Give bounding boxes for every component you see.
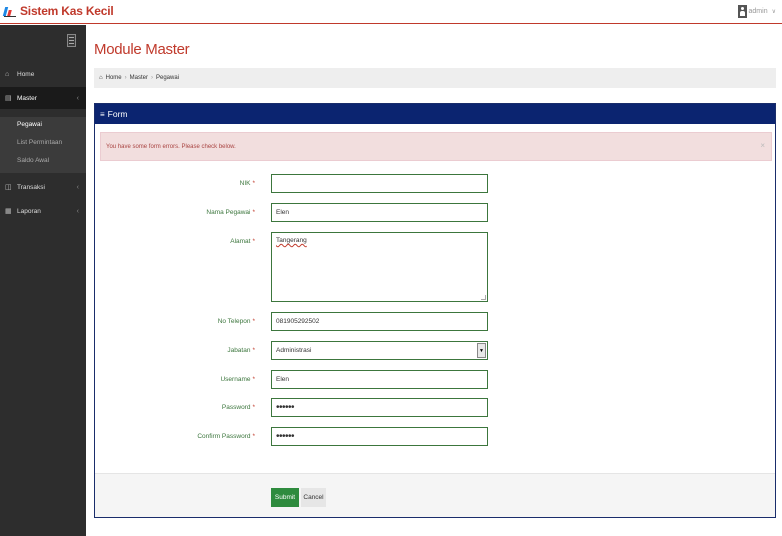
- top-bar: Sistem Kas Kecil admin ∨: [0, 0, 782, 24]
- sidebar-item-label: Home: [17, 70, 35, 78]
- brand[interactable]: Sistem Kas Kecil: [2, 4, 114, 18]
- no-telepon-input[interactable]: 081905292502: [271, 312, 488, 331]
- user-avatar-icon: [737, 5, 747, 18]
- confirm-password-label: Confirm Password *: [197, 433, 255, 440]
- nik-label-text: NIK: [239, 180, 251, 187]
- chevron-down-icon: ∨: [771, 9, 776, 15]
- transaksi-icon: ◫: [5, 184, 12, 191]
- jabatan-selected-value: Administrasi: [276, 347, 312, 354]
- nama-label-text: Nama Pegawai: [206, 209, 251, 216]
- chevron-left-icon: ‹: [76, 94, 79, 102]
- username-label: Username *: [220, 376, 255, 383]
- sidebar-item-home[interactable]: ⌂ Home: [0, 63, 86, 85]
- password-label-text: Password: [221, 404, 251, 411]
- nik-input[interactable]: [271, 174, 488, 193]
- home-icon: ⌂: [99, 75, 103, 81]
- brand-logo-icon: [2, 5, 16, 17]
- required-mark: *: [252, 376, 255, 383]
- required-mark: *: [252, 238, 255, 245]
- required-mark: *: [252, 404, 255, 411]
- dropdown-arrow-icon[interactable]: ▼: [477, 343, 486, 358]
- form-panel: ≡ Form You have some form errors. Please…: [94, 103, 776, 518]
- breadcrumb-item-pegawai: Pegawai: [155, 75, 179, 81]
- cancel-button[interactable]: Cancel: [301, 488, 326, 507]
- chevron-left-icon: ‹: [76, 207, 79, 215]
- confirm-password-input[interactable]: ••••••: [271, 427, 488, 446]
- alert-message: You have some form errors. Please check …: [106, 143, 236, 150]
- telepon-label-text: No Telepon: [217, 318, 251, 325]
- breadcrumb-separator-icon: ›: [150, 75, 153, 81]
- error-alert: You have some form errors. Please check …: [100, 132, 772, 161]
- required-mark: *: [252, 180, 255, 187]
- breadcrumb-item-home[interactable]: Home: [106, 75, 122, 81]
- alamat-value: Tangerang: [276, 237, 307, 244]
- required-mark: *: [252, 347, 255, 354]
- list-icon: ≡: [100, 109, 105, 119]
- close-icon[interactable]: ×: [760, 141, 765, 150]
- chevron-left-icon: ‹: [76, 183, 79, 191]
- user-menu[interactable]: admin ∨: [737, 5, 776, 18]
- nama-pegawai-input[interactable]: Elen: [271, 203, 488, 222]
- resize-handle-icon[interactable]: [481, 295, 486, 300]
- password-label: Password *: [222, 404, 255, 411]
- nik-label: NIK *: [240, 180, 255, 187]
- sidebar-item-master[interactable]: ▤ Master ‹: [0, 87, 86, 109]
- username-input[interactable]: Elen: [271, 370, 488, 389]
- sidebar: ⌂ Home ▤ Master ‹ Pegawai List Permintaa…: [0, 25, 86, 536]
- alamat-textarea[interactable]: Tangerang: [271, 232, 488, 302]
- sidebar-item-laporan[interactable]: ▦ Laporan ‹: [0, 200, 86, 222]
- sidebar-submenu: Pegawai List Permintaan Saldo Awal: [0, 117, 86, 173]
- home-icon: ⌂: [5, 70, 10, 78]
- breadcrumb: ⌂ Home › Master › Pegawai: [94, 68, 776, 88]
- sidebar-subitem-list-permintaan[interactable]: List Permintaan: [17, 139, 62, 146]
- jabatan-select[interactable]: Administrasi ▼: [271, 341, 488, 360]
- jabatan-label: Jabatan *: [227, 347, 255, 354]
- app-title: Sistem Kas Kecil: [20, 4, 114, 18]
- panel-heading: ≡ Form: [95, 104, 775, 124]
- form-actions: Submit Cancel: [95, 473, 775, 517]
- panel-title: Form: [107, 109, 128, 119]
- password-value: ••••••: [276, 401, 295, 413]
- confirm-password-label-text: Confirm Password: [197, 433, 251, 440]
- sidebar-item-transaksi[interactable]: ◫ Transaksi ‹: [0, 176, 86, 198]
- sidebar-toggle-button[interactable]: [67, 34, 76, 47]
- sidebar-subitem-pegawai[interactable]: Pegawai: [17, 121, 42, 128]
- page-title: Module Master: [94, 41, 190, 58]
- alamat-label-text: Alamat: [230, 238, 251, 245]
- jabatan-label-text: Jabatan: [227, 347, 251, 354]
- user-name: admin: [748, 8, 768, 15]
- breadcrumb-item-master[interactable]: Master: [130, 75, 148, 81]
- password-input[interactable]: ••••••: [271, 398, 488, 417]
- telepon-label: No Telepon *: [218, 318, 255, 325]
- sidebar-item-label: Transaksi: [17, 183, 45, 191]
- required-mark: *: [252, 433, 255, 440]
- breadcrumb-separator-icon: ›: [124, 75, 127, 81]
- alamat-label: Alamat *: [230, 238, 255, 245]
- confirm-password-value: ••••••: [276, 430, 295, 442]
- sidebar-item-label: Laporan: [17, 207, 41, 215]
- required-mark: *: [252, 318, 255, 325]
- nama-label: Nama Pegawai *: [206, 209, 255, 216]
- sidebar-item-label: Master: [17, 94, 37, 102]
- sidebar-subitem-saldo-awal[interactable]: Saldo Awal: [17, 157, 49, 164]
- required-mark: *: [252, 209, 255, 216]
- laporan-icon: ▦: [5, 208, 12, 215]
- username-label-text: Username: [220, 376, 251, 383]
- submit-button[interactable]: Submit: [271, 488, 299, 507]
- master-icon: ▤: [5, 95, 12, 102]
